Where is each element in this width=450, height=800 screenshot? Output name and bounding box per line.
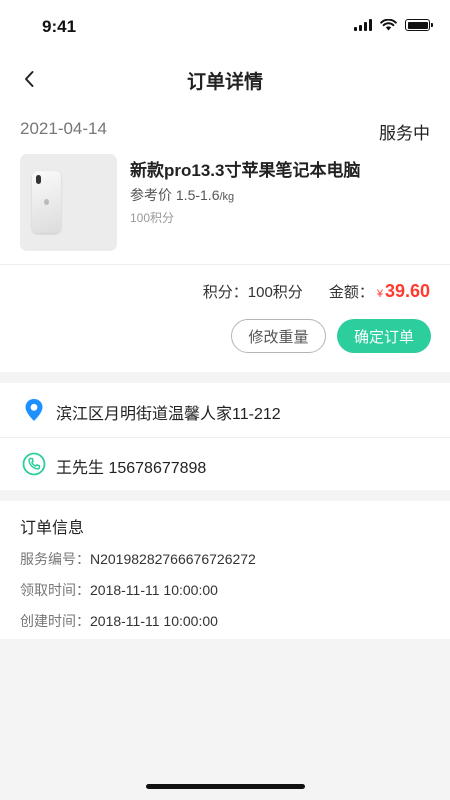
contact-card: 滨江区月明街道温馨人家11-212 王先生 15678677898 [0,383,450,490]
phone-icon [22,452,46,476]
points-label: 积分： [202,284,248,301]
order-card: 2021-04-14 服务中 新款pro13.3寸苹果笔记本电脑 参考价 1.5… [0,104,450,372]
nav-bar: 订单详情 [0,54,450,104]
info-label: 领取时间： [20,582,90,598]
ref-price-prefix: 参考价 [130,187,176,203]
points-value: 100积分 [247,284,303,301]
product-image [20,154,117,251]
info-value: N20198282766676726272 [90,551,256,567]
phone-row[interactable]: 王先生 15678677898 [0,438,450,490]
order-date: 2021-04-14 [20,119,107,138]
status-time: 9:41 [42,17,77,36]
battery-icon [405,19,433,31]
address-row[interactable]: 滨江区月明街道温馨人家11-212 [0,383,450,437]
order-summary: 积分： 100积分 金额： ¥ 39.60 [203,281,430,302]
wifi-icon [380,19,397,31]
amount-value: 39.60 [384,281,430,301]
home-indicator [146,784,305,789]
product-points: 100积分 [130,211,175,225]
contact-name-phone: 王先生 15678677898 [56,460,207,477]
location-pin-icon [22,398,46,422]
page-title: 订单详情 [186,72,263,93]
phone-image [32,171,61,233]
modify-weight-button[interactable]: 修改重量 [231,319,326,353]
product-ref-price: 参考价 1.5-1.6/kg [130,185,234,205]
service-number-row: 服务编号：N20198282766676726272 [20,549,256,569]
order-info-card: 订单信息 服务编号：N20198282766676726272 领取时间：201… [0,501,450,639]
ref-price-unit: /kg [219,191,235,203]
amount-label: 金额： [328,284,374,301]
info-value: 2018-11-11 10:00:00 [90,582,218,598]
ref-price-value: 1.5-1.6 [175,187,220,203]
info-label: 服务编号： [20,551,90,567]
info-value: 2018-11-11 10:00:00 [90,613,218,629]
created-time-row: 创建时间：2018-11-11 10:00:00 [20,611,218,631]
address-text: 滨江区月明街道温馨人家11-212 [56,406,281,423]
pickup-time-row: 领取时间：2018-11-11 10:00:00 [20,580,218,600]
cellular-signal-icon [354,19,372,31]
confirm-order-button[interactable]: 确定订单 [337,319,431,353]
info-label: 创建时间： [20,613,90,629]
divider [0,264,450,265]
order-status: 服务中 [379,124,430,143]
order-info-title: 订单信息 [20,520,85,537]
product-title: 新款pro13.3寸苹果笔记本电脑 [130,161,361,180]
status-bar: 9:41 [0,0,450,54]
currency-symbol: ¥ [376,288,383,300]
status-icons [354,19,433,31]
